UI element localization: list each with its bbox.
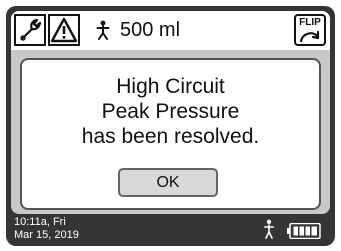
header-bar: 500 ml FLIP [11, 11, 330, 50]
alarm-button[interactable] [48, 14, 80, 46]
message-line-3: has been resolved. [81, 125, 260, 148]
volume-display: 500 ml [96, 16, 180, 44]
main-panel: 500 ml FLIP High Circuit Peak Pressure h… [11, 11, 330, 214]
device-screen: 500 ml FLIP High Circuit Peak Pressure h… [6, 6, 335, 246]
settings-button[interactable] [14, 14, 46, 46]
flip-button[interactable]: FLIP [294, 14, 326, 46]
ok-button[interactable]: OK [118, 168, 218, 197]
flip-label: FLIP [299, 17, 321, 28]
date-text: Mar 15, 2019 [14, 229, 79, 241]
flip-icon [299, 30, 320, 43]
wrench-icon [20, 18, 42, 41]
battery-icon [287, 223, 321, 239]
date-time: 10:11a, Fri Mar 15, 2019 [14, 216, 79, 242]
time-text: 10:11a, Fri [14, 216, 66, 228]
volume-value: 500 ml [120, 18, 181, 41]
alarm-resolved-dialog: High Circuit Peak Pressure has been reso… [20, 58, 321, 210]
message-line-1: High Circuit [116, 75, 225, 98]
dialog-message: High Circuit Peak Pressure has been reso… [22, 74, 319, 149]
person-icon [96, 20, 110, 40]
warning-triangle-icon [50, 17, 78, 43]
person-icon [264, 219, 274, 239]
message-line-2: Peak Pressure [101, 100, 240, 123]
